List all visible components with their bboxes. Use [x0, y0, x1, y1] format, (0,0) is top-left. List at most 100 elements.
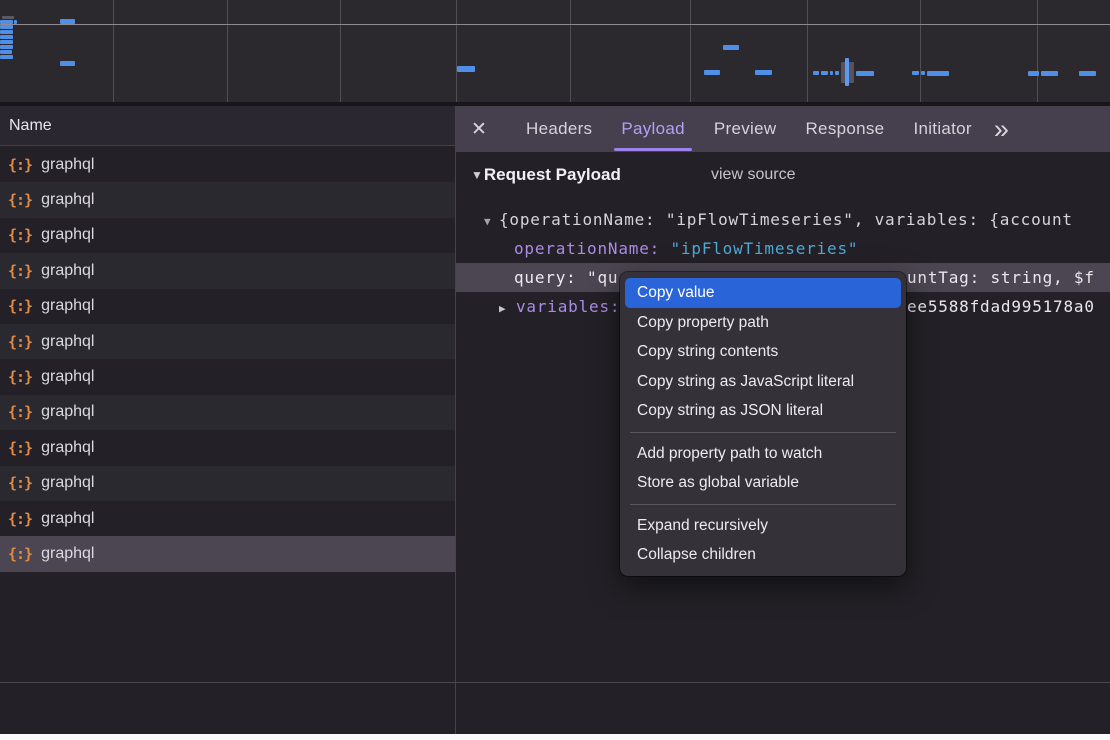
tab-initiator[interactable]: Initiator [913, 106, 971, 152]
json-braces-icon: {:} [8, 297, 32, 315]
root-preview-text: {operationName: "ipFlowTimeseries", vari… [499, 210, 1073, 229]
request-name-label: graphql [41, 297, 94, 315]
menu-item-expand-recursively[interactable]: Expand recursively [620, 511, 906, 541]
network-activity-bar [912, 71, 919, 75]
overview-row-divider [0, 24, 1110, 25]
menu-item-copy-property-path[interactable]: Copy property path [620, 308, 906, 338]
network-activity-bar [0, 45, 13, 49]
request-name-label: graphql [41, 474, 94, 492]
menu-item-store-as-global-variable[interactable]: Store as global variable [620, 468, 906, 498]
more-tabs-icon[interactable]: » [994, 107, 1009, 151]
menu-separator [630, 504, 896, 505]
overview-gridline [690, 0, 691, 102]
request-name-label: graphql [41, 191, 94, 209]
request-list-pane: Name {:} graphql {:} graphql {:} graphql {:} gr… [0, 106, 455, 734]
tab-headers[interactable]: Headers [526, 106, 592, 152]
network-activity-bar [755, 70, 772, 75]
network-activity-bar [830, 71, 833, 75]
property-value-start: "qu [587, 268, 618, 287]
context-menu: Copy valueCopy property pathCopy string … [620, 272, 906, 576]
json-braces-icon: {:} [8, 510, 32, 528]
network-activity-bar [921, 71, 925, 75]
page-background-strip [0, 734, 1110, 740]
network-activity-bar [704, 70, 720, 75]
devtools-window: Name {:} graphql {:} graphql {:} graphql {:} gr… [0, 0, 1110, 734]
json-braces-icon: {:} [8, 545, 32, 563]
network-activity-bar [927, 71, 949, 76]
menu-item-copy-string-as-javascript-literal[interactable]: Copy string as JavaScript literal [620, 367, 906, 397]
overview-gridline [920, 0, 921, 102]
network-activity-bar [813, 71, 819, 75]
network-activity-bar [0, 25, 13, 29]
overview-gridline [456, 0, 457, 102]
section-title: Request Payload [484, 165, 621, 184]
network-activity-bar [1028, 71, 1039, 76]
name-column-header[interactable]: Name [0, 106, 455, 146]
collapse-triangle-icon: ▼ [471, 168, 483, 182]
request-payload-section-header[interactable]: ▼Request Payload view source [456, 165, 1110, 195]
details-tab-bar: ✕ Headers Payload Preview Response Initiator… [456, 106, 1110, 152]
request-row[interactable]: {:} graphql [0, 536, 455, 571]
menu-separator [630, 432, 896, 433]
property-value: "ipFlowTimeseries" [671, 239, 859, 258]
request-row[interactable]: {:}graphql [0, 324, 455, 359]
network-activity-bar [0, 40, 13, 44]
json-braces-icon: {:} [8, 403, 32, 421]
expand-triangle-icon[interactable]: ▼ [484, 207, 499, 234]
request-row[interactable]: {:} graphql [0, 395, 455, 430]
network-activity-bar [1079, 71, 1096, 76]
overview-gridline [1037, 0, 1038, 102]
request-row[interactable]: {:}graphql [0, 466, 455, 501]
menu-item-collapse-children[interactable]: Collapse children [620, 540, 906, 570]
json-braces-icon: {:} [8, 156, 32, 174]
request-name-label: graphql [41, 262, 94, 280]
request-name-label: graphql [41, 510, 94, 528]
request-name-label: graphql [41, 439, 94, 457]
property-key: operationName [514, 239, 660, 258]
network-overview-timeline[interactable] [0, 0, 1110, 102]
json-braces-icon: {:} [8, 439, 32, 457]
menu-item-copy-value[interactable]: Copy value [625, 278, 901, 308]
json-braces-icon: {:} [8, 191, 32, 209]
request-row[interactable]: {:} graphql [0, 430, 455, 465]
tabs-container: Headers Payload Preview Response Initiator [497, 106, 972, 152]
tab-preview[interactable]: Preview [714, 106, 777, 152]
menu-item-copy-string-as-json-literal[interactable]: Copy string as JSON literal [620, 396, 906, 426]
network-activity-bar [2, 16, 14, 19]
network-activity-bar [0, 20, 13, 24]
request-row[interactable]: {:} graphql [0, 182, 455, 217]
payload-root-row[interactable]: ▼{operationName: "ipFlowTimeseries", var… [456, 205, 1110, 234]
network-activity-bar [821, 71, 828, 75]
network-activity-bar [0, 55, 13, 59]
request-row[interactable]: {:}graphql [0, 218, 455, 253]
json-braces-icon: {:} [8, 368, 32, 386]
network-activity-bar [1041, 71, 1058, 76]
menu-item-add-property-path-to-watch[interactable]: Add property path to watch [620, 439, 906, 469]
request-name-label: graphql [41, 156, 94, 174]
request-name-label: graphql [41, 403, 94, 421]
request-name-label: graphql [41, 368, 94, 386]
network-activity-bar [0, 30, 13, 34]
json-braces-icon: {:} [8, 262, 32, 280]
view-source-link[interactable]: view source [711, 166, 795, 184]
property-key: variables [516, 297, 620, 316]
network-activity-bar [457, 66, 475, 72]
request-name-label: graphql [41, 545, 94, 563]
property-key: query [514, 268, 577, 287]
request-row[interactable]: {:} graphql [0, 501, 455, 536]
payload-row-operationName[interactable]: operationName "ipFlowTimeseries" [456, 234, 1110, 263]
menu-item-copy-string-contents[interactable]: Copy string contents [620, 337, 906, 367]
network-activity-bar [60, 61, 75, 66]
json-braces-icon: {:} [8, 333, 32, 351]
tab-payload[interactable]: Payload [621, 106, 685, 152]
request-row[interactable]: {:} graphql [0, 359, 455, 394]
variables-preview-fragment: ee5588fdad995178a0 [907, 292, 1095, 321]
overview-gridline [340, 0, 341, 102]
request-row[interactable]: {:} graphql [0, 253, 455, 288]
request-row[interactable]: {:} graphql [0, 289, 455, 324]
request-row[interactable]: {:} graphql [0, 147, 455, 182]
tab-response[interactable]: Response [805, 106, 884, 152]
network-activity-bar [856, 71, 874, 76]
close-icon[interactable]: ✕ [471, 118, 497, 141]
expand-triangle-icon[interactable]: ▶ [499, 294, 516, 321]
